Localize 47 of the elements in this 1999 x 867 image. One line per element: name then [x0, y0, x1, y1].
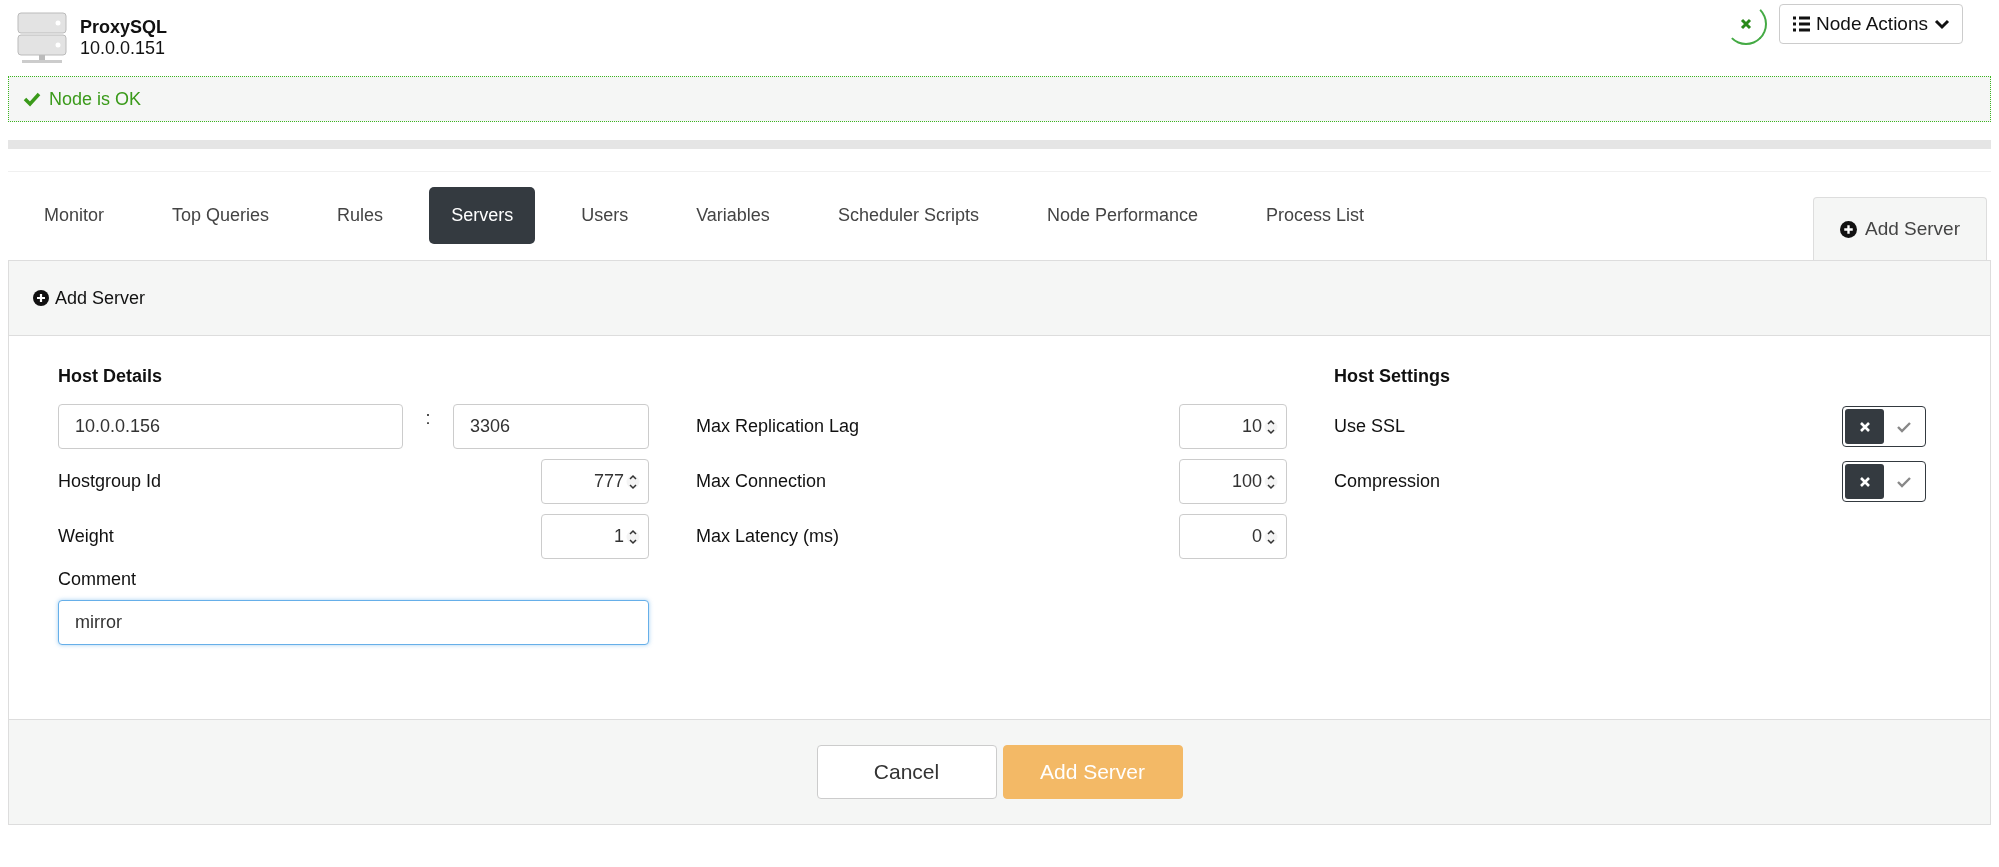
host-field[interactable]: 10.0.0.156 [58, 404, 403, 449]
number-field[interactable]: 0 [1179, 514, 1287, 559]
add-server-tab[interactable]: Add Server [1812, 197, 1987, 260]
panel-title: Add Server [55, 287, 146, 309]
tab[interactable]: Servers [429, 187, 536, 244]
server-icon [16, 11, 68, 65]
separator: : [424, 408, 432, 429]
number-field[interactable]: 777 [541, 459, 649, 504]
field-label: Max Latency (ms) [696, 526, 840, 547]
section-heading: Host Details [58, 364, 164, 388]
field-label: Comment [58, 569, 138, 590]
node-actions-button[interactable]: Node Actions [1779, 4, 1963, 44]
section-heading: Host Settings [1334, 364, 1451, 388]
tab[interactable]: Process List [1244, 187, 1387, 244]
number-field[interactable]: 1 [541, 514, 649, 559]
plus-circle-icon [33, 290, 49, 306]
plus-circle-icon [1839, 220, 1857, 238]
tab[interactable]: Variables [674, 187, 792, 244]
field-label: Hostgroup Id [58, 471, 162, 492]
check-icon [1896, 475, 1911, 488]
comment-field[interactable]: mirror [58, 600, 649, 645]
tab[interactable]: Top Queries [150, 187, 292, 244]
cross-icon [1858, 475, 1871, 488]
tab[interactable]: Users [559, 187, 651, 244]
port-field[interactable]: 3306 [453, 404, 649, 449]
field-label: Max Replication Lag [696, 416, 860, 437]
check-icon [23, 91, 41, 107]
tab[interactable]: Scheduler Scripts [815, 187, 1001, 244]
status-message: Node is OK [49, 88, 142, 110]
chevron-down-icon [1934, 18, 1950, 30]
tab[interactable]: Node Performance [1024, 187, 1221, 244]
setting-label: Use SSL [1334, 416, 1406, 437]
check-icon [1896, 420, 1911, 433]
cancel-button[interactable]: Cancel [816, 745, 997, 799]
toggle-switch[interactable] [1842, 461, 1926, 502]
field-label: Max Connection [696, 471, 827, 492]
tab[interactable]: Monitor [22, 187, 127, 244]
list-icon [1792, 16, 1811, 32]
field-label: Weight [58, 526, 114, 547]
number-field[interactable]: 100 [1179, 459, 1287, 504]
setting-label: Compression [1334, 471, 1441, 492]
tab[interactable]: Rules [315, 187, 406, 244]
cross-icon [1858, 420, 1871, 433]
node-address: 10.0.0.151 [80, 38, 167, 59]
node-name: ProxySQL [80, 17, 169, 38]
number-field[interactable]: 10 [1179, 404, 1287, 449]
toggle-switch[interactable] [1842, 406, 1926, 447]
